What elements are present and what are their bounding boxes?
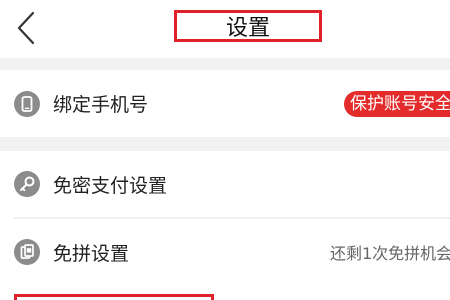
- settings-item-label: 绑定手机号: [53, 94, 149, 116]
- settings-item-password-free-payment[interactable]: 免密支付设置: [0, 151, 450, 217]
- back-button[interactable]: [8, 8, 44, 48]
- pin-free-icon: [13, 238, 41, 266]
- settings-item-label: 免拼设置: [53, 242, 130, 265]
- settings-item-pin-free[interactable]: 免拼设置 还剩1次免拼机会: [0, 219, 450, 285]
- header: 设置: [0, 0, 450, 58]
- settings-item-bind-phone[interactable]: 绑定手机号 保护账号安全: [0, 70, 450, 137]
- bottom-highlight-box: [14, 294, 214, 300]
- chevron-left-icon: [17, 11, 35, 45]
- page-title-highlight: 设置: [174, 10, 322, 42]
- settings-page: 设置 绑定手机号 保护账号安全 免密支付设置 免拼设置 还剩1次免拼机会: [0, 0, 450, 300]
- section-separator: [0, 137, 450, 151]
- key-icon: [13, 170, 41, 198]
- section-separator: [0, 58, 450, 70]
- security-badge: 保护账号安全: [344, 90, 450, 117]
- phone-icon: [13, 90, 41, 118]
- settings-item-label: 免密支付设置: [53, 174, 168, 197]
- pin-free-remaining: 还剩1次免拼机会: [330, 244, 450, 263]
- page-title: 设置: [225, 16, 270, 41]
